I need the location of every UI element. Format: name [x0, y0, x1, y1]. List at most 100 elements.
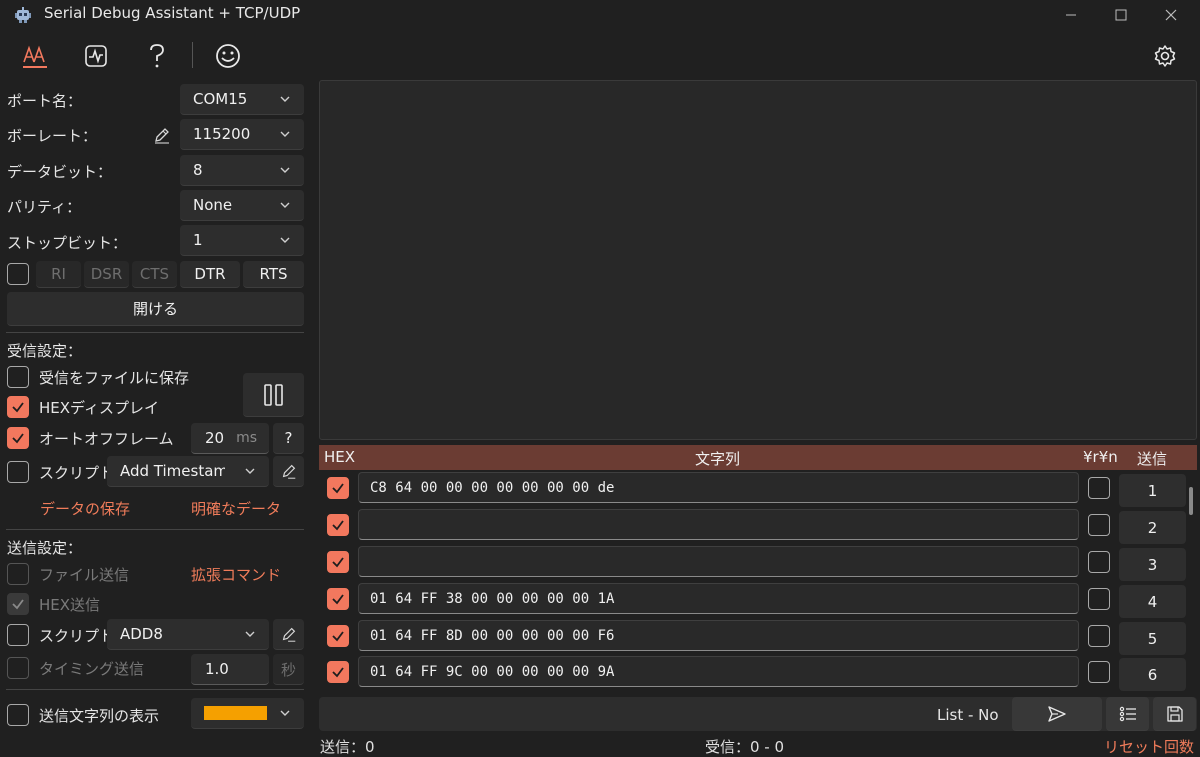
row-command-input[interactable]	[358, 546, 1079, 577]
seconds-unit: 秒	[273, 654, 304, 685]
chevron-down-icon	[245, 468, 255, 474]
row-command-input[interactable]: C8 64 00 00 00 00 00 00 00 de	[358, 472, 1079, 503]
signal-enable-checkbox[interactable]	[7, 263, 29, 285]
close-icon[interactable]	[1148, 0, 1194, 30]
maximize-icon[interactable]	[1098, 0, 1144, 30]
clear-data-link[interactable]: 明確なデータ	[191, 498, 281, 519]
save-to-file-checkbox[interactable]	[7, 366, 29, 388]
gear-icon[interactable]	[1145, 38, 1185, 74]
baud-value: 115200	[193, 125, 251, 143]
frame-ms-input[interactable]: 20 ms	[191, 423, 269, 454]
receive-script-checkbox[interactable]	[7, 461, 29, 483]
send-script-checkbox[interactable]	[7, 624, 29, 646]
save-to-file-label: 受信をファイルに保存	[39, 369, 190, 387]
port-select[interactable]: COM15	[180, 84, 304, 115]
show-send-string-checkbox[interactable]	[7, 704, 29, 726]
row-send-button[interactable]: 6	[1119, 658, 1186, 691]
ms-unit: ms	[236, 430, 258, 446]
stopbits-value: 1	[193, 231, 203, 249]
send-arrow-icon	[1048, 705, 1066, 722]
stopbits-label: ストップビット：	[7, 234, 128, 252]
timing-send-checkbox[interactable]	[7, 657, 29, 679]
row-command-input[interactable]: 01 64 FF 38 00 00 00 00 00 1A	[358, 583, 1079, 614]
port-label: ポート名：	[7, 92, 83, 110]
show-send-string-label: 送信文字列の表示	[39, 707, 160, 725]
color-swatch	[204, 706, 267, 720]
minimize-icon[interactable]	[1048, 0, 1094, 30]
auto-frame-checkbox[interactable]	[7, 427, 29, 449]
send-script-select[interactable]: ADD8	[107, 619, 269, 650]
file-send-checkbox[interactable]	[7, 563, 29, 585]
row-command-input[interactable]: 01 64 FF 8D 00 00 00 00 00 F6	[358, 620, 1079, 651]
row-hex-checkbox[interactable]	[327, 661, 349, 683]
databits-value: 8	[193, 161, 203, 179]
chevron-down-icon	[280, 96, 290, 102]
send-script-edit-button[interactable]	[273, 619, 304, 650]
pause-icon	[263, 383, 283, 406]
row-crlf-checkbox[interactable]	[1088, 551, 1110, 573]
timing-value-input[interactable]: 1.0	[191, 654, 269, 685]
hex-send-checkbox[interactable]	[7, 593, 29, 615]
row-hex-checkbox[interactable]	[327, 514, 349, 536]
table-scrollbar[interactable]	[1189, 487, 1193, 515]
header-hex: HEX	[324, 448, 356, 466]
rts-button[interactable]: RTS	[243, 261, 304, 288]
hex-display-checkbox[interactable]	[7, 396, 29, 418]
pause-button[interactable]	[243, 373, 304, 417]
row-command-input[interactable]	[358, 509, 1079, 540]
pen-icon[interactable]	[152, 125, 172, 145]
dsr-indicator: DSR	[84, 261, 129, 288]
row-crlf-checkbox[interactable]	[1088, 588, 1110, 610]
sent-count: 送信：0	[320, 738, 375, 756]
check-icon	[332, 520, 344, 531]
timing-value: 1.0	[205, 660, 229, 678]
databits-select[interactable]: 8	[180, 155, 304, 186]
header-crlf: ¥r¥n	[1083, 448, 1118, 466]
chevron-down-icon	[280, 237, 290, 243]
dtr-button[interactable]: DTR	[180, 261, 240, 288]
hex-display-label: HEXディスプレイ	[39, 399, 159, 417]
save-button[interactable]	[1153, 697, 1196, 731]
row-crlf-checkbox[interactable]	[1088, 514, 1110, 536]
row-send-button[interactable]: 3	[1119, 548, 1186, 581]
font-color-icon[interactable]	[15, 38, 55, 74]
smiley-icon[interactable]	[208, 38, 248, 74]
chevron-down-icon	[280, 167, 290, 173]
row-send-button[interactable]: 1	[1119, 474, 1186, 507]
open-port-button[interactable]: 開ける	[7, 292, 304, 326]
receive-script-edit-button[interactable]	[273, 456, 304, 487]
window-title: Serial Debug Assistant + TCP/UDP	[44, 4, 301, 22]
pen-icon	[282, 627, 295, 642]
baud-select[interactable]: 115200	[180, 119, 304, 150]
frame-help-button[interactable]: ?	[273, 423, 304, 454]
list-button[interactable]	[1106, 697, 1149, 731]
save-icon	[1166, 705, 1183, 722]
receive-script-select[interactable]: Add Timestamp	[107, 456, 269, 487]
question-icon[interactable]	[137, 38, 177, 74]
list-icon	[1119, 706, 1136, 721]
row-send-button[interactable]: 2	[1119, 511, 1186, 544]
row-hex-checkbox[interactable]	[327, 588, 349, 610]
row-crlf-checkbox[interactable]	[1088, 661, 1110, 683]
receive-display[interactable]	[319, 80, 1197, 440]
ext-command-link[interactable]: 拡張コマンド	[191, 564, 281, 585]
port-value: COM15	[193, 90, 248, 108]
color-select[interactable]	[191, 698, 304, 729]
row-hex-checkbox[interactable]	[327, 551, 349, 573]
send-settings-title: 送信設定：	[7, 539, 83, 557]
row-send-button[interactable]: 4	[1119, 585, 1186, 618]
reset-count-link[interactable]: リセット回数	[1104, 736, 1194, 757]
command-table-header: HEX 文字列 ¥r¥n 送信	[319, 445, 1197, 470]
row-crlf-checkbox[interactable]	[1088, 625, 1110, 647]
row-hex-checkbox[interactable]	[327, 625, 349, 647]
row-send-button[interactable]: 5	[1119, 622, 1186, 655]
parity-select[interactable]: None	[180, 190, 304, 221]
row-command-input[interactable]: 01 64 FF 9C 00 00 00 00 00 9A	[358, 656, 1079, 687]
header-string: 文字列	[695, 450, 741, 468]
save-data-link[interactable]: データの保存	[40, 498, 130, 519]
waveform-icon[interactable]	[76, 38, 116, 74]
stopbits-select[interactable]: 1	[180, 225, 304, 256]
send-button[interactable]	[1012, 697, 1102, 731]
row-hex-checkbox[interactable]	[327, 477, 349, 499]
row-crlf-checkbox[interactable]	[1088, 477, 1110, 499]
